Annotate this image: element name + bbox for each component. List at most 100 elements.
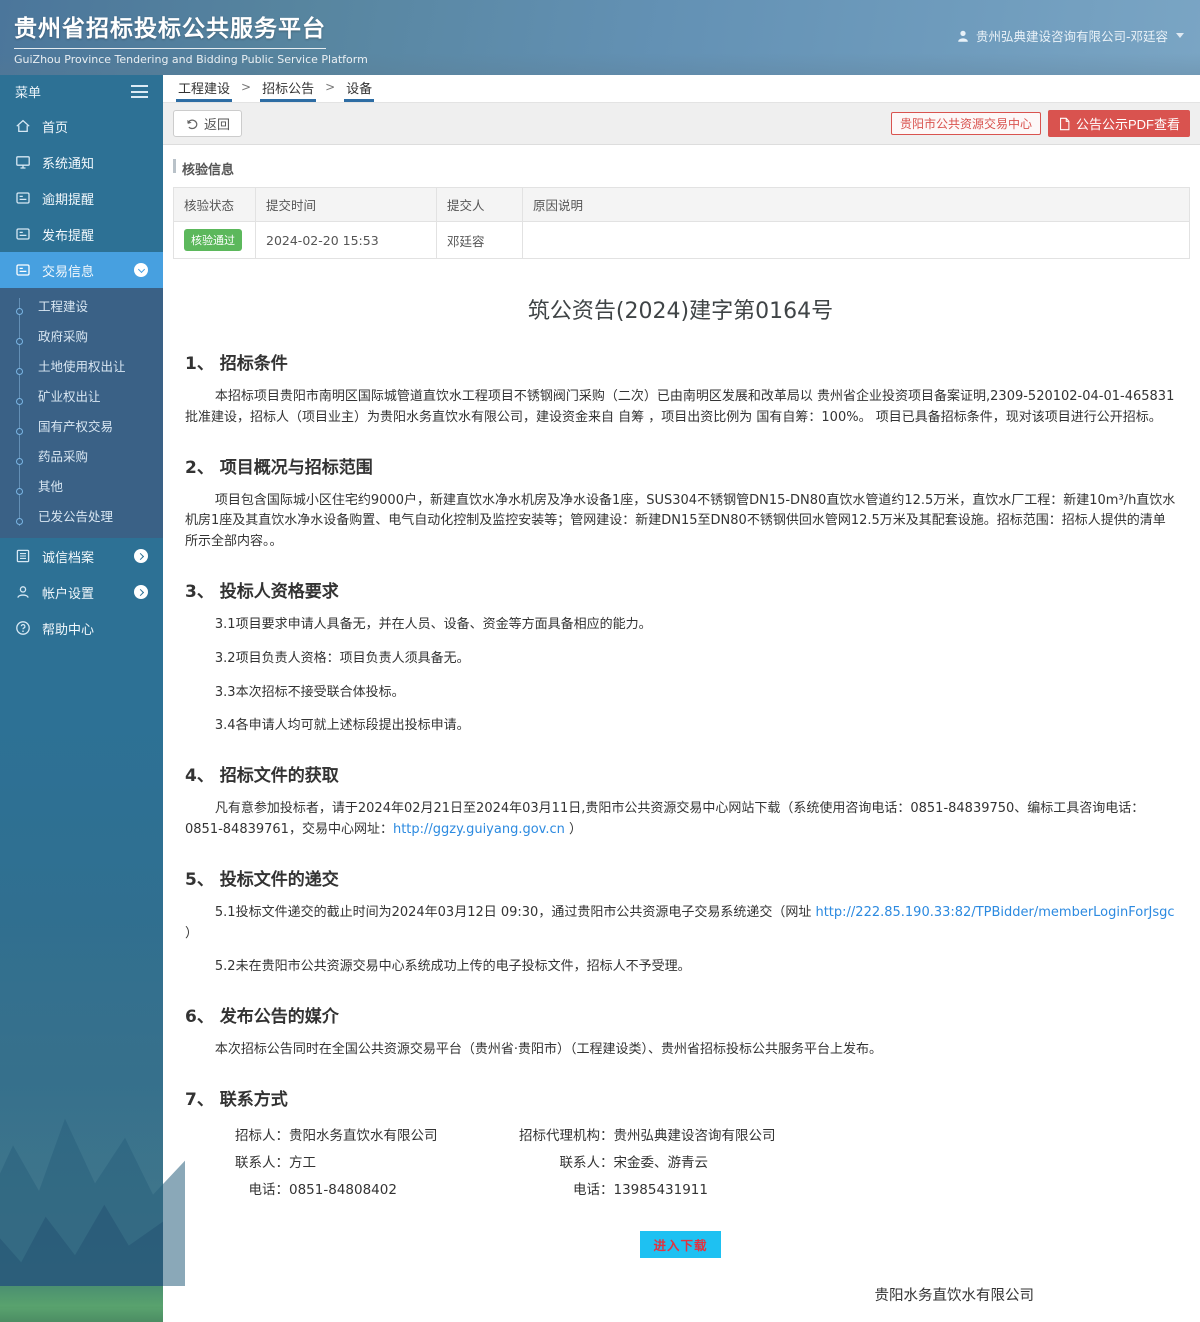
section-3-paragraph-2: 3.2项目负责人资格：项目负责人须具备无。	[214, 650, 470, 666]
sidebar-item-label: 诚信档案	[42, 550, 95, 566]
back-button-label: 返回	[204, 117, 231, 132]
folder-icon	[16, 192, 30, 204]
trade-info-submenu: 工程建设 政府采购 土地使用权出让 矿业权出让 国有产权交易 药品采购 其他 已…	[0, 288, 163, 538]
main-area: 工程建设 > 招标公告 > 设备 返回 贵阳市公共资源交易中心 公告公示PDF查…	[163, 75, 1200, 1322]
sidebar-item-account-settings[interactable]: 帐户设置	[0, 574, 163, 610]
document-title: 筑公资告(2024)建字第0164号	[527, 299, 834, 324]
submenu-item-mining-rights[interactable]: 矿业权出让	[0, 382, 163, 412]
section-4-heading: 4、 招标文件的获取	[185, 766, 339, 787]
sidebar-item-trade-info[interactable]: 交易信息	[0, 252, 163, 288]
submenu-item-drug-procurement[interactable]: 药品采购	[0, 442, 163, 472]
section-6-heading: 6、 发布公告的媒介	[185, 1007, 339, 1028]
table-header-row: 核验状态 提交时间 提交人 原因说明	[173, 187, 1190, 222]
enter-download-button[interactable]: 进入下载	[640, 1230, 721, 1258]
submenu-item-published-notices[interactable]: 已发公告处理	[0, 502, 163, 532]
monitor-icon	[16, 156, 30, 169]
section-5-paragraph-1: 5.1投标文件递交的截止时间为2024年03月12日 09:30，通过贵阳市公共…	[185, 903, 1176, 945]
menu-label: 菜单	[15, 86, 42, 101]
person-icon	[17, 586, 29, 598]
submenu-item-land-use[interactable]: 土地使用权出让	[0, 352, 163, 382]
chevron-down-icon	[134, 263, 148, 277]
user-icon	[958, 30, 968, 42]
column-header-time: 提交时间	[255, 187, 437, 222]
pdf-view-button[interactable]: 公告公示PDF查看	[1047, 110, 1190, 137]
sidebar-item-notifications[interactable]: 系统通知	[0, 144, 163, 180]
undo-icon	[187, 119, 198, 129]
trade-center-button[interactable]: 贵阳市公共资源交易中心	[890, 112, 1041, 135]
breadcrumb-item-engineering[interactable]: 工程建设	[176, 75, 233, 102]
breadcrumb-separator: >	[325, 80, 336, 94]
section-5-heading: 5、 投标文件的递交	[185, 869, 339, 890]
signature-company: 贵阳水务直饮水有限公司	[874, 1287, 1035, 1304]
folder-icon	[16, 228, 30, 240]
submenu-item-engineering[interactable]: 工程建设	[0, 292, 163, 322]
sidebar-item-label: 交易信息	[42, 264, 95, 280]
submenu-item-state-property[interactable]: 国有产权交易	[0, 412, 163, 442]
section-3-paragraph-1: 3.1项目要求申请人具备无，并在人员、设备、资金等方面具备相应的能力。	[214, 616, 652, 632]
section-4-text-after: ）	[564, 821, 583, 837]
pdf-view-button-label: 公告公示PDF查看	[1075, 117, 1180, 132]
trade-center-link[interactable]: http://ggzy.guiyang.gov.cn	[393, 822, 565, 837]
section-3-heading: 3、 投标人资格要求	[185, 581, 339, 602]
sidebar-item-overdue-reminder[interactable]: 逾期提醒	[0, 180, 163, 216]
platform-title: 贵州省招标投标公共服务平台	[14, 9, 326, 49]
user-name: 贵州弘典建设咨询有限公司-邓廷容	[975, 29, 1168, 44]
pdf-document-icon	[1060, 117, 1070, 130]
download-area: 进入下载	[185, 1230, 1176, 1258]
contact-row-phone: 电话： 0851-84808402	[248, 1182, 397, 1199]
content-panel: 核验信息 核验状态 提交时间 提交人 原因说明 核验通过 2024-02-20 …	[163, 144, 1200, 1322]
sidebar-item-credit-archive[interactable]: 诚信档案	[0, 538, 163, 574]
contact-agency-column: 招标代理机构： 贵州弘典建设咨询有限公司 联系人： 宋金委、游青云 电话： 13985…	[486, 1126, 776, 1201]
breadcrumb-item-tender-notice[interactable]: 招标公告	[260, 75, 317, 102]
section-3-paragraph-4: 3.4各申请人均可就上述标段提出投标申请。	[214, 718, 470, 734]
contact-tenderer-column: 招标人： 贵阳水务直饮水有限公司 联系人： 方工 电话： 0851-84808402	[213, 1126, 438, 1201]
section-4-text: 凡有意参加投标者，请于2024年02月21日至2024年03月11日,贵阳市公共…	[185, 801, 1145, 837]
section-2-paragraph: 项目包含国际城小区住宅约9000户，新建直饮水净水机房及净水设备1座，SUS30…	[185, 492, 1176, 550]
sidebar-item-publish-reminder[interactable]: 发布提醒	[0, 216, 163, 252]
cell-status: 核验通过	[173, 221, 256, 259]
contact-row-tenderer: 招标人： 贵阳水务直饮水有限公司	[235, 1127, 438, 1144]
sidebar-item-help-center[interactable]: 帮助中心	[0, 610, 163, 646]
breadcrumb-item-equipment[interactable]: 设备	[344, 75, 375, 102]
user-menu[interactable]: 贵州弘典建设咨询有限公司-邓廷容	[956, 26, 1184, 45]
contact-row-agency: 招标代理机构： 贵州弘典建设咨询有限公司	[519, 1127, 776, 1144]
section-1-heading: 1、 招标条件	[185, 354, 288, 374]
sidebar-item-label: 发布提醒	[42, 228, 95, 244]
list-icon	[16, 549, 30, 563]
sidebar-item-home[interactable]: 首页	[0, 108, 163, 144]
back-button[interactable]: 返回	[173, 110, 243, 137]
app-header: 贵州省招标投标公共服务平台 GuiZhou Province Tendering…	[0, 0, 1200, 75]
bid-submission-link[interactable]: http://222.85.190.33:82/TPBidder/memberL…	[815, 905, 1174, 920]
verification-table: 核验状态 提交时间 提交人 原因说明 核验通过 2024-02-20 15:53…	[173, 187, 1190, 259]
sidebar-item-label: 帐户设置	[42, 586, 95, 602]
breadcrumb: 工程建设 > 招标公告 > 设备	[163, 75, 1200, 103]
submenu-item-other[interactable]: 其他	[0, 472, 163, 502]
brand: 贵州省招标投标公共服务平台 GuiZhou Province Tendering…	[14, 9, 368, 66]
submenu-item-gov-procurement[interactable]: 政府采购	[0, 322, 163, 352]
announcement-document: 筑公资告(2024)建字第0164号 1、 招标条件 本招标项目贵阳市南明区国际…	[173, 293, 1190, 1322]
question-icon	[16, 621, 30, 635]
sidebar-item-label: 逾期提醒	[42, 192, 95, 208]
section-3-paragraph-3: 3.3本次招标不接受联合体投标。	[214, 684, 405, 700]
hamburger-icon[interactable]	[131, 85, 148, 98]
signature-block: 贵阳水务直饮水有限公司 2024年02月20日	[185, 1284, 1176, 1322]
status-badge: 核验通过	[184, 229, 242, 251]
sidebar: 菜单 首页 系统通知 逾期提醒 发布提醒 交易信息 工程建设 政府采购 土地使用…	[0, 75, 185, 1322]
contact-block: 招标人： 贵阳水务直饮水有限公司 联系人： 方工 电话： 0851-84808402 …	[213, 1126, 1176, 1201]
sidebar-item-label: 首页	[42, 120, 69, 136]
cell-reason	[522, 221, 1190, 259]
contact-row-contact-person: 联系人： 方工	[235, 1155, 316, 1172]
section-6-paragraph: 本次招标公告同时在全国公共资源交易平台（贵州省·贵阳市）（工程建设类）、贵州省招…	[214, 1042, 883, 1058]
chevron-right-icon	[134, 549, 148, 563]
section-5-text: 5.1投标文件递交的截止时间为2024年03月12日 09:30，通过贵阳市公共…	[214, 904, 816, 920]
sidebar-background-image	[0, 892, 185, 1322]
cell-time: 2024-02-20 15:53	[255, 221, 437, 259]
breadcrumb-separator: >	[241, 80, 252, 94]
platform-subtitle: GuiZhou Province Tendering and Bidding P…	[14, 53, 368, 66]
table-row: 核验通过 2024-02-20 15:53 邓廷容	[173, 221, 1190, 259]
verification-section-title: 核验信息	[173, 155, 1190, 187]
home-icon	[16, 119, 30, 133]
cell-submitter: 邓廷容	[436, 221, 523, 259]
section-5-text-after: ）	[185, 925, 199, 941]
column-header-reason: 原因说明	[522, 187, 1190, 222]
